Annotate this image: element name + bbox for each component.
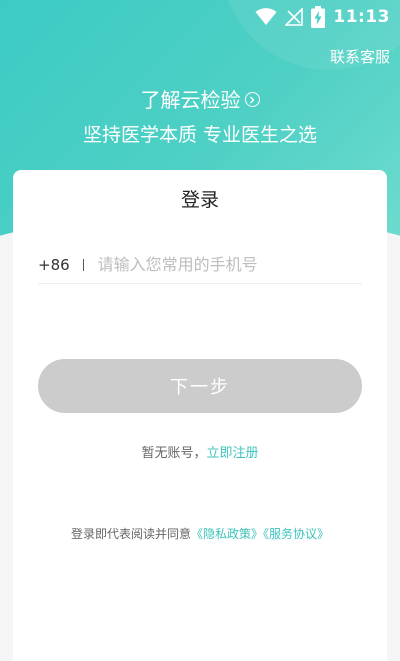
- service-agreement-link[interactable]: 《服务协议》: [263, 527, 329, 541]
- login-card: 登录 +86 下一步 暂无账号，立即注册 登录即代表阅读并同意《隐私政策》《服务…: [13, 170, 387, 661]
- country-code[interactable]: +86: [38, 256, 70, 274]
- no-account-text: 暂无账号，: [141, 446, 207, 461]
- divider: [82, 258, 84, 271]
- next-step-button[interactable]: 下一步: [38, 359, 362, 413]
- chevron-right-circle-icon[interactable]: [244, 92, 260, 107]
- battery-charging-icon: [311, 6, 326, 28]
- about-link-row[interactable]: 了解云检验: [0, 84, 400, 113]
- phone-input-row: +86: [38, 246, 362, 284]
- no-signal-icon: [285, 8, 304, 26]
- status-time: 11:13: [333, 7, 390, 27]
- login-title: 登录: [180, 189, 219, 211]
- register-row: 暂无账号，立即注册: [13, 442, 387, 461]
- about-link-label[interactable]: 了解云检验: [141, 84, 241, 113]
- contact-service-link[interactable]: 联系客服: [330, 46, 390, 67]
- status-bar: 11:13: [0, 0, 400, 34]
- phone-input[interactable]: [97, 255, 362, 274]
- register-link[interactable]: 立即注册: [207, 446, 259, 461]
- privacy-policy-link[interactable]: 《隐私政策》: [191, 527, 263, 541]
- agreement-row: 登录即代表阅读并同意《隐私政策》《服务协议》: [13, 525, 387, 542]
- agreement-prefix: 登录即代表阅读并同意: [70, 527, 191, 541]
- slogan: 坚持医学本质 专业医生之选: [82, 124, 318, 146]
- wifi-icon: [255, 8, 277, 25]
